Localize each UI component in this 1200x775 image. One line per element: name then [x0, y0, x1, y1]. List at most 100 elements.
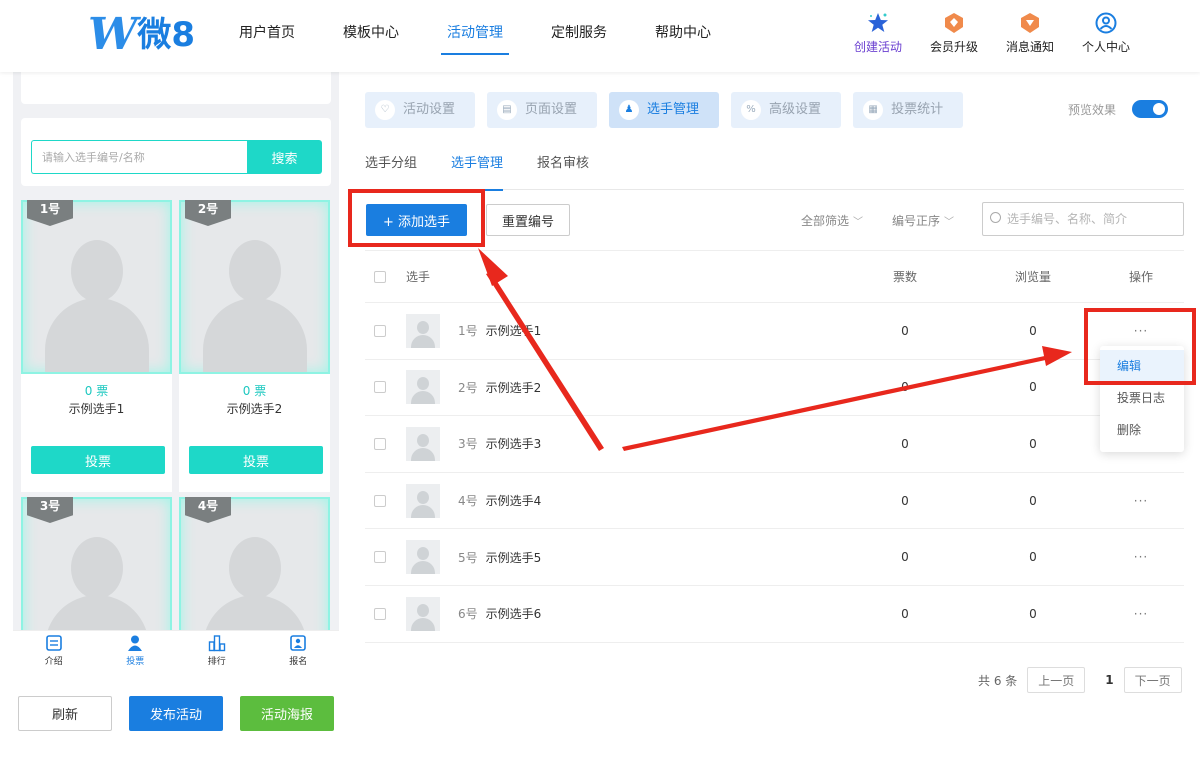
row-checkbox[interactable]	[374, 607, 386, 620]
preview-search-input[interactable]	[31, 140, 247, 174]
column-player: 选手	[406, 270, 431, 284]
row-checkbox[interactable]	[374, 381, 386, 394]
member-upgrade-label: 会员升级	[929, 40, 978, 54]
total-count: 共 6 条	[978, 673, 1018, 688]
notifications-button[interactable]: 消息通知	[992, 12, 1068, 55]
activity-poster-button[interactable]: 活动海报	[240, 696, 334, 731]
subtab-label: 投票统计	[891, 102, 944, 117]
select-all-checkbox[interactable]	[374, 270, 386, 283]
subtab-activity-settings[interactable]: ♡ 活动设置	[365, 92, 476, 128]
tab-contestant-groups[interactable]: 选手分组	[365, 156, 417, 190]
page-icon: ▤	[497, 100, 518, 120]
refresh-button[interactable]: 刷新	[18, 696, 112, 731]
subtab-contestant-management[interactable]: ♟ 选手管理	[609, 92, 720, 128]
pagination: 共 6 条 上一页 1 下一页	[978, 667, 1182, 693]
preview-search-button[interactable]: 搜索	[247, 140, 322, 174]
vote-button[interactable]: 投票	[189, 446, 323, 474]
more-icon[interactable]: ···	[1121, 494, 1161, 508]
badge-icon	[945, 13, 963, 33]
sort-order-dropdown[interactable]: 编号正序 ﹀	[892, 212, 954, 229]
bottom-tab-label: 介绍	[44, 657, 63, 667]
stats-icon: ▦	[863, 100, 884, 120]
contestant-card[interactable]: 1号 0 票 示例选手1 投票	[21, 200, 172, 492]
mobile-preview-column: 搜索 1号 0 票 示例选手1 投票 2号 0 票 示例选手2 投票 3号 4号	[0, 72, 345, 775]
top-actions: 创建活动 会员升级 消息通知 个人中心	[840, 12, 1144, 55]
nav-help-center[interactable]: 帮助中心	[631, 0, 735, 72]
personal-center-button[interactable]: 个人中心	[1068, 12, 1144, 55]
next-page-button[interactable]: 下一页	[1123, 667, 1182, 693]
bottom-tab-ranking[interactable]: 排行	[176, 631, 258, 674]
row-checkbox[interactable]	[374, 437, 386, 450]
tab-signup-review[interactable]: 报名审核	[537, 156, 589, 190]
intro-icon	[45, 635, 62, 651]
subtab-vote-statistics[interactable]: ▦ 投票统计	[853, 92, 964, 128]
votes-cell: 0	[901, 493, 909, 508]
bottom-tab-vote[interactable]: 投票	[95, 631, 177, 674]
column-views: 浏览量	[1014, 270, 1051, 284]
contestant-tabs: 选手分组 选手管理 报名审核	[365, 156, 1184, 191]
nav-activity-management[interactable]: 活动管理	[423, 0, 527, 72]
subtab-label: 页面设置	[525, 102, 578, 117]
reset-numbers-button[interactable]: 重置编号	[486, 204, 570, 236]
row-checkbox[interactable]	[374, 494, 386, 507]
subtab-page-settings[interactable]: ▤ 页面设置	[487, 92, 598, 128]
vote-button[interactable]: 投票	[31, 446, 165, 474]
bottom-tab-signup[interactable]: 报名	[258, 631, 340, 674]
contestant-number: 5号	[458, 550, 478, 565]
nav-custom-service[interactable]: 定制服务	[527, 0, 631, 72]
bottom-tab-intro[interactable]: 介绍	[13, 631, 95, 674]
create-activity-button[interactable]: 创建活动	[840, 12, 916, 55]
table-row: 2号 示例选手2 0 0	[365, 360, 1184, 417]
contestant-number: 3号	[458, 437, 478, 452]
tab-contestant-management[interactable]: 选手管理	[451, 156, 504, 191]
avatar	[406, 370, 440, 405]
current-page[interactable]: 1	[1105, 673, 1113, 687]
contestant-card[interactable]: 2号 0 票 示例选手2 投票	[179, 200, 330, 492]
more-icon[interactable]: ···	[1121, 607, 1161, 621]
logo-text: 微8	[137, 15, 196, 55]
filter-all-dropdown[interactable]: 全部筛选 ﹀	[801, 212, 863, 229]
more-icon[interactable]: ···	[1121, 550, 1161, 564]
preview-effect-toggle[interactable]	[1132, 100, 1168, 118]
table-row: 5号 示例选手5 0 0 ···	[365, 529, 1184, 586]
avatar	[406, 313, 440, 348]
views-cell: 0	[1029, 436, 1037, 451]
contestant-votes: 0 票	[242, 384, 267, 398]
table-header: 选手 票数 浏览量 操作	[365, 251, 1184, 303]
notifications-label: 消息通知	[1005, 40, 1054, 54]
row-checkbox[interactable]	[374, 324, 386, 337]
avatar	[406, 540, 440, 575]
bottom-tab-label: 报名	[289, 657, 308, 667]
preview-effect: 预览效果	[1068, 100, 1168, 118]
bottom-tab-label: 排行	[207, 657, 226, 667]
menu-item-delete[interactable]: 删除	[1100, 414, 1184, 446]
table-row: 1号 示例选手1 0 0 ···	[365, 303, 1184, 360]
row-checkbox[interactable]	[374, 551, 386, 564]
personal-center-label: 个人中心	[1081, 40, 1130, 54]
preview-effect-label: 预览效果	[1067, 102, 1116, 117]
prev-page-button[interactable]: 上一页	[1027, 667, 1086, 693]
subtab-advanced-settings[interactable]: % 高级设置	[731, 92, 842, 128]
filter-all-label: 全部筛选	[801, 214, 850, 228]
table-toolbar: + 添加选手 重置编号 全部筛选 ﹀ 编号正序 ﹀	[365, 202, 1184, 250]
votes-cell: 0	[901, 606, 909, 621]
contestant-search-input[interactable]	[982, 202, 1184, 236]
nav-template-center[interactable]: 模板中心	[319, 0, 423, 72]
member-upgrade-button[interactable]: 会员升级	[916, 12, 992, 55]
publish-activity-button[interactable]: 发布活动	[129, 696, 223, 731]
user-circle-icon	[1095, 12, 1117, 34]
logo-w-mark: W	[88, 9, 137, 60]
contestant-number: 1号	[458, 324, 478, 339]
nav-user-home[interactable]: 用户首页	[215, 0, 319, 72]
votes-cell: 0	[901, 380, 909, 395]
contestant-icon: ♟	[619, 100, 640, 120]
contestant-number: 4号	[458, 494, 478, 509]
contestant-photo	[21, 200, 172, 374]
contestant-name: 示例选手6	[485, 607, 542, 622]
contestant-name: 示例选手1	[68, 402, 125, 416]
person-icon	[128, 635, 143, 651]
logo[interactable]: W 微8	[88, 12, 195, 58]
menu-item-vote-log[interactable]: 投票日志	[1100, 382, 1184, 414]
bell-badge-icon	[1021, 13, 1039, 33]
preview-top-card	[21, 72, 331, 104]
